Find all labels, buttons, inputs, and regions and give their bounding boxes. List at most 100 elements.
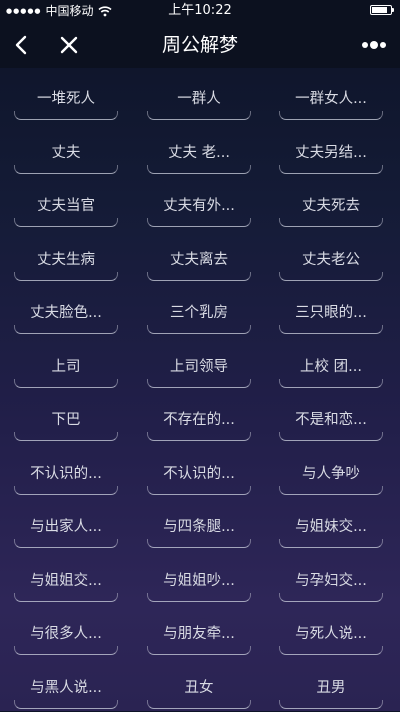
keyword-button[interactable]: 一群女人...	[278, 70, 384, 124]
keyword-button[interactable]: 与朋友牵...	[146, 605, 252, 659]
keyword-button[interactable]: 不存在的...	[146, 391, 252, 445]
keyword-label: 与姐妹交...	[278, 515, 384, 536]
keyword-button[interactable]: 丈夫另结...	[278, 124, 384, 178]
keyword-button[interactable]: 不是和恋...	[278, 391, 384, 445]
keyword-underline	[147, 379, 251, 388]
keyword-underline	[279, 379, 383, 388]
keyword-row: 与黑人说... 丑女 丑男	[0, 659, 400, 712]
keyword-label: 与姐姐吵...	[146, 569, 252, 590]
page-title: 周公解梦	[0, 22, 400, 68]
keyword-button[interactable]: 与四条腿...	[146, 498, 252, 552]
keyword-row: 一堆死人 一群人一群女人...	[0, 70, 400, 124]
keyword-button[interactable]: 与黑人说...	[13, 659, 119, 712]
battery-icon	[370, 5, 392, 15]
keyword-label: 丈夫当官	[13, 194, 119, 215]
keyword-row: 丈夫当官 丈夫有外... 丈夫死去	[0, 177, 400, 231]
keyword-button[interactable]: 三只眼的...	[278, 284, 384, 338]
keyword-row: 上司 上司领导 上校 团...	[0, 338, 400, 392]
keyword-row: 与很多人... 与朋友牵... 与死人说...	[0, 605, 400, 659]
keyword-button[interactable]: 丈夫	[13, 124, 119, 178]
keyword-button[interactable]: 丈夫当官	[13, 177, 119, 231]
nav-bar: 周公解梦	[0, 22, 400, 68]
keyword-underline	[14, 165, 118, 174]
keyword-button[interactable]: 丑女	[146, 659, 252, 712]
keyword-button[interactable]: 不认识的...	[146, 445, 252, 499]
keyword-button[interactable]: 不认识的...	[13, 445, 119, 499]
keyword-underline	[14, 218, 118, 227]
keyword-button[interactable]: 丈夫老公	[278, 231, 384, 285]
keyword-label: 上司领导	[146, 355, 252, 376]
keyword-label: 不认识的...	[146, 462, 252, 483]
dream-keyword-grid: 一堆死人 一群人一群女人... 丈夫 丈夫 老... 丈夫另结... 丈夫当官 丈夫有外..…	[0, 70, 400, 712]
keyword-underline	[14, 539, 118, 548]
keyword-label: 一堆死人	[13, 87, 119, 108]
keyword-underline	[279, 646, 383, 655]
keyword-underline	[279, 700, 383, 709]
keyword-underline	[14, 432, 118, 441]
keyword-underline	[147, 646, 251, 655]
keyword-label: 与姐姐交...	[13, 569, 119, 590]
keyword-label: 下巴	[13, 408, 119, 429]
keyword-underline	[279, 272, 383, 281]
keyword-label: 丑男	[278, 676, 384, 697]
keyword-label: 丈夫离去	[146, 248, 252, 269]
keyword-button[interactable]: 丈夫生病	[13, 231, 119, 285]
keyword-label: 丈夫	[13, 141, 119, 162]
keyword-label: 三只眼的...	[278, 301, 384, 322]
keyword-label: 与很多人...	[13, 622, 119, 643]
keyword-underline	[279, 593, 383, 602]
keyword-button[interactable]: 上司领导	[146, 338, 252, 392]
keyword-button[interactable]: 与姐姐交...	[13, 552, 119, 606]
keyword-underline	[147, 165, 251, 174]
keyword-button[interactable]: 丈夫脸色...	[13, 284, 119, 338]
keyword-underline	[147, 593, 251, 602]
keyword-button[interactable]: 丈夫 老...	[146, 124, 252, 178]
keyword-button[interactable]: 上校 团...	[278, 338, 384, 392]
keyword-button[interactable]: 一堆死人	[13, 70, 119, 124]
keyword-button[interactable]: 一群人	[146, 70, 252, 124]
keyword-row: 丈夫 丈夫 老... 丈夫另结...	[0, 124, 400, 178]
keyword-underline	[14, 700, 118, 709]
status-time: 上午10:22	[0, 0, 400, 22]
keyword-row: 与姐姐交... 与姐姐吵... 与孕妇交...	[0, 552, 400, 606]
keyword-label: 不存在的...	[146, 408, 252, 429]
keyword-underline	[14, 379, 118, 388]
keyword-underline	[147, 432, 251, 441]
keyword-button[interactable]: 与姐妹交...	[278, 498, 384, 552]
keyword-button[interactable]: 与姐姐吵...	[146, 552, 252, 606]
keyword-underline	[279, 218, 383, 227]
keyword-underline	[279, 111, 383, 120]
keyword-label: 丈夫死去	[278, 194, 384, 215]
keyword-button[interactable]: 丈夫有外...	[146, 177, 252, 231]
keyword-underline	[279, 432, 383, 441]
keyword-button[interactable]: 与很多人...	[13, 605, 119, 659]
keyword-label: 上校 团...	[278, 355, 384, 376]
keyword-label: 丈夫另结...	[278, 141, 384, 162]
keyword-button[interactable]: 与人争吵	[278, 445, 384, 499]
keyword-row: 与出家人... 与四条腿... 与姐妹交...	[0, 498, 400, 552]
keyword-underline	[147, 111, 251, 120]
keyword-label: 丈夫生病	[13, 248, 119, 269]
keyword-button[interactable]: 丑男	[278, 659, 384, 712]
keyword-button[interactable]: 丈夫离去	[146, 231, 252, 285]
more-dots-icon[interactable]	[360, 36, 388, 54]
keyword-label: 丈夫老公	[278, 248, 384, 269]
keyword-button[interactable]: 丈夫死去	[278, 177, 384, 231]
keyword-label: 不认识的...	[13, 462, 119, 483]
keyword-button[interactable]: 与死人说...	[278, 605, 384, 659]
keyword-row: 不认识的... 不认识的... 与人争吵	[0, 445, 400, 499]
keyword-button[interactable]: 下巴	[13, 391, 119, 445]
keyword-underline	[14, 272, 118, 281]
keyword-underline	[14, 646, 118, 655]
keyword-button[interactable]: 与出家人...	[13, 498, 119, 552]
keyword-underline	[14, 111, 118, 120]
keyword-label: 与黑人说...	[13, 676, 119, 697]
keyword-label: 与出家人...	[13, 515, 119, 536]
keyword-underline	[14, 486, 118, 495]
keyword-button[interactable]: 与孕妇交...	[278, 552, 384, 606]
keyword-button[interactable]: 三个乳房	[146, 284, 252, 338]
keyword-label: 不是和恋...	[278, 408, 384, 429]
keyword-label: 丈夫有外...	[146, 194, 252, 215]
keyword-row: 下巴 不存在的... 不是和恋...	[0, 391, 400, 445]
keyword-button[interactable]: 上司	[13, 338, 119, 392]
